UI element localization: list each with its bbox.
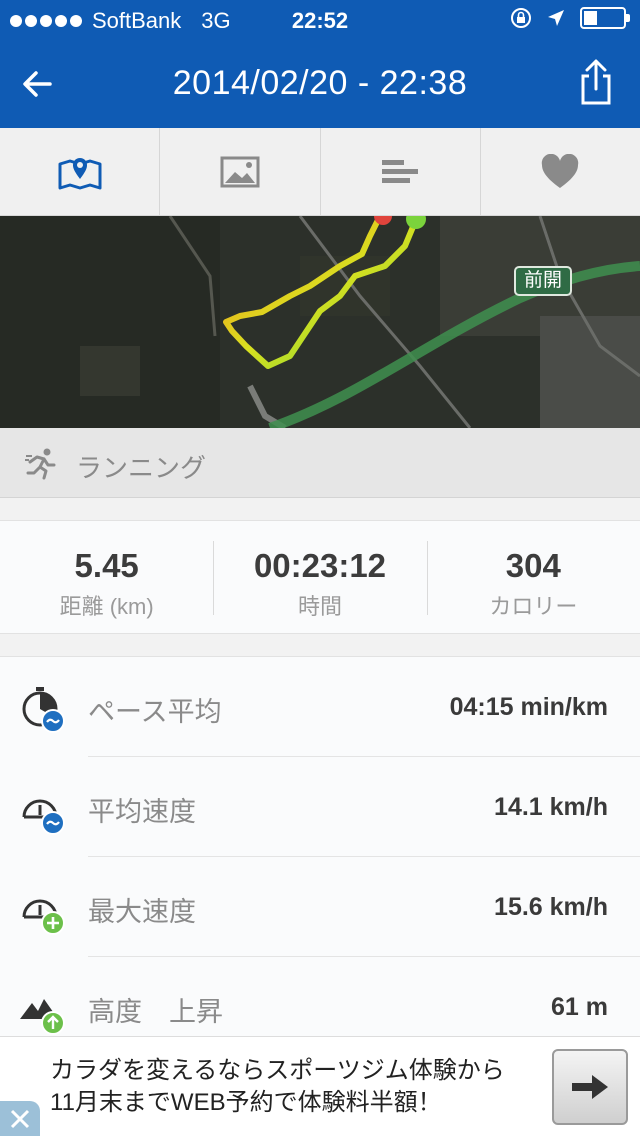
image-icon — [220, 156, 260, 187]
detail-row-elevation: 高度 上昇 61 m — [0, 957, 640, 1036]
activity-type-label: ランニング — [76, 453, 207, 483]
battery-icon — [580, 7, 630, 29]
page-title: 2014/02/20 - 22:38 — [172, 64, 468, 102]
detail-label: ペース平均 — [88, 697, 222, 727]
status-right — [510, 7, 630, 29]
bar-list-icon — [382, 159, 419, 183]
tab-photos[interactable] — [160, 128, 321, 215]
calories-label: カロリー — [489, 594, 578, 619]
orientation-lock-icon — [511, 8, 531, 28]
stat-calories: 304 カロリー — [426, 521, 640, 633]
heart-icon — [542, 153, 579, 188]
detail-value: 04:15 min/km — [449, 693, 608, 721]
tab-map[interactable] — [0, 128, 161, 215]
route-map[interactable]: 前開 — [0, 216, 640, 428]
detail-row-avg-speed: 平均速度 14.1 km/h — [0, 757, 640, 857]
detail-label: 最大速度 — [88, 897, 196, 927]
detail-label: 高度 上昇 — [88, 997, 223, 1027]
ad-open-button[interactable] — [552, 1049, 628, 1125]
speed-average-icon — [22, 799, 65, 835]
stat-duration: 00:23:12 時間 — [213, 521, 426, 633]
map-icon — [58, 157, 102, 189]
arrow-right-icon — [572, 1075, 608, 1099]
share-button[interactable] — [572, 56, 620, 108]
status-bar: SoftBank 3G 22:52 — [0, 0, 640, 40]
distance-value: 5.45 — [74, 547, 139, 584]
tab-favorite[interactable] — [481, 128, 640, 215]
duration-value: 00:23:12 — [253, 547, 387, 584]
activity-type-row: ランニング — [0, 428, 640, 498]
tab-stats[interactable] — [321, 128, 481, 215]
map-image — [0, 216, 640, 428]
stat-distance: 5.45 距離 (km) — [0, 521, 213, 633]
location-arrow-icon — [548, 10, 564, 26]
running-icon — [25, 448, 56, 480]
speed-max-icon — [22, 899, 65, 935]
pace-average-icon — [22, 687, 65, 733]
tab-bar — [0, 128, 640, 216]
detail-value: 61 m — [551, 993, 608, 1021]
map-route-label: 前開 — [514, 266, 572, 296]
summary-stats: 5.45 距離 (km) 00:23:12 時間 304 カロリー — [0, 520, 640, 634]
duration-label: 時間 — [297, 594, 342, 619]
navigation-bar: 2014/02/20 - 22:38 — [0, 40, 640, 128]
calories-value: 304 — [505, 547, 561, 584]
top-bar: SoftBank 3G 22:52 2014/02/20 - 22:38 — [0, 0, 640, 128]
detail-label: 平均速度 — [88, 797, 196, 827]
ad-text[interactable]: カラダを変えるならスポーツジム体験から 11月末までWEB予約で体験料半額！ — [50, 1055, 530, 1119]
close-icon — [10, 1109, 30, 1129]
detail-row-pace: ペース平均 04:15 min/km — [0, 657, 640, 757]
ad-close-button[interactable] — [0, 1101, 40, 1136]
battery-fill — [584, 11, 597, 25]
share-icon — [581, 59, 611, 105]
detail-value: 15.6 km/h — [494, 893, 608, 921]
detail-list: ペース平均 04:15 min/km 平均速度 14.1 km/h 最大速度 1… — [0, 656, 640, 1036]
ad-banner[interactable]: カラダを変えるならスポーツジム体験から 11月末までWEB予約で体験料半額！ — [0, 1036, 640, 1136]
detail-row-max-speed: 最大速度 15.6 km/h — [0, 857, 640, 957]
elevation-up-icon — [20, 999, 65, 1035]
detail-value: 14.1 km/h — [494, 793, 608, 821]
distance-label: 距離 (km) — [59, 594, 154, 619]
